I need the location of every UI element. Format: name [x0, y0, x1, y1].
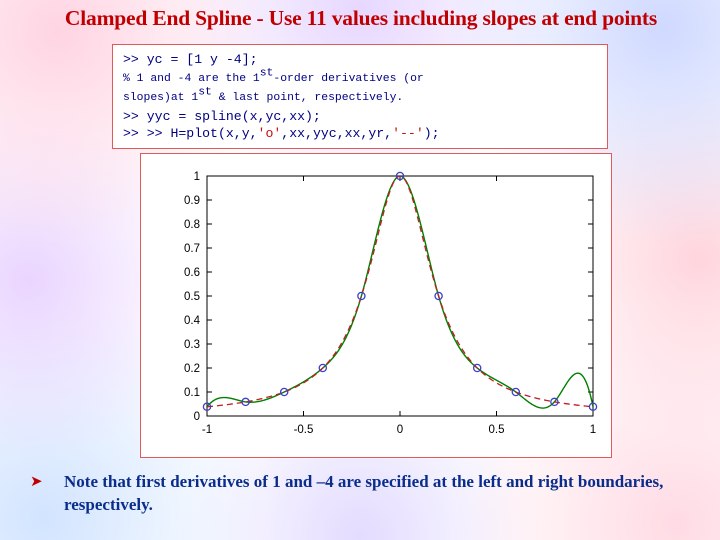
code-line-4-text: >> yyc = spline(x,yc,xx);: [123, 108, 321, 124]
svg-text:0.6: 0.6: [184, 267, 200, 279]
svg-text:0.5: 0.5: [184, 291, 200, 303]
slide-content: Clamped End Spline - Use 11 values inclu…: [0, 0, 720, 540]
svg-text:0.8: 0.8: [184, 219, 200, 231]
code-line-5-text-b: ,xx,yyc,xx,yr,: [281, 126, 393, 141]
code-line-5-string-dash: '--': [392, 126, 424, 141]
spline-plot-svg: -1 -0.5 0 0.5 1 0 0.1 0.2 0.3 0.4 0.5 0.6 0.7 0.8 0.9 1: [184, 171, 598, 436]
svg-text:0.7: 0.7: [184, 243, 200, 255]
code-line-3-superscript: st: [198, 86, 212, 99]
code-line-3-text-a: slopes)at 1: [123, 92, 199, 104]
code-line-3-text-b: & last point, respectively.: [211, 92, 404, 104]
svg-text:0.5: 0.5: [489, 424, 505, 436]
svg-text:0.1: 0.1: [184, 387, 200, 399]
page-title: Clamped End Spline - Use 11 values inclu…: [64, 6, 658, 30]
svg-text:0.2: 0.2: [184, 363, 200, 375]
code-line-2-text-a: % 1 and -4 are the 1: [123, 72, 260, 85]
code-line-4: >> yyc = spline(x,yc,xx);: [123, 108, 599, 126]
svg-text:-1: -1: [202, 424, 212, 436]
svg-text:0.9: 0.9: [184, 195, 200, 207]
code-line-3: slopes)at 1st & last point, respectively…: [123, 86, 599, 108]
code-line-5-text-a: >> >> H=plot(x,y,: [123, 126, 258, 141]
svg-text:0: 0: [397, 424, 403, 436]
note-text: Note that first derivatives of 1 and –4 …: [64, 472, 664, 514]
bullet-arrow-icon: ➤: [30, 472, 43, 490]
svg-text:1: 1: [194, 171, 200, 183]
spline-plot-figure: -1 -0.5 0 0.5 1 0 0.1 0.2 0.3 0.4 0.5 0.6 0.7 0.8 0.9 1: [140, 153, 612, 458]
matlab-code-block: >> yc = [1 y -4]; % 1 and -4 are the 1st…: [112, 44, 608, 149]
svg-text:0: 0: [194, 411, 200, 423]
code-line-5-text-c: );: [423, 126, 440, 141]
svg-text:0.4: 0.4: [184, 315, 201, 327]
svg-text:0.3: 0.3: [184, 339, 200, 351]
code-line-2-text-b: -order derivatives (or: [273, 72, 424, 85]
code-line-1: >> yc = [1 y -4];: [123, 51, 599, 69]
code-line-2-superscript: st: [259, 67, 274, 80]
code-line-2: % 1 and -4 are the 1st-order derivatives…: [123, 67, 599, 89]
code-line-1-text: >> yc = [1 y -4];: [123, 52, 258, 67]
code-line-5-string-o: 'o': [257, 126, 282, 141]
code-line-5: >> >> H=plot(x,y,'o',xx,yyc,xx,yr,'--');: [123, 125, 599, 143]
svg-text:1: 1: [590, 424, 596, 436]
svg-text:-0.5: -0.5: [294, 424, 314, 436]
